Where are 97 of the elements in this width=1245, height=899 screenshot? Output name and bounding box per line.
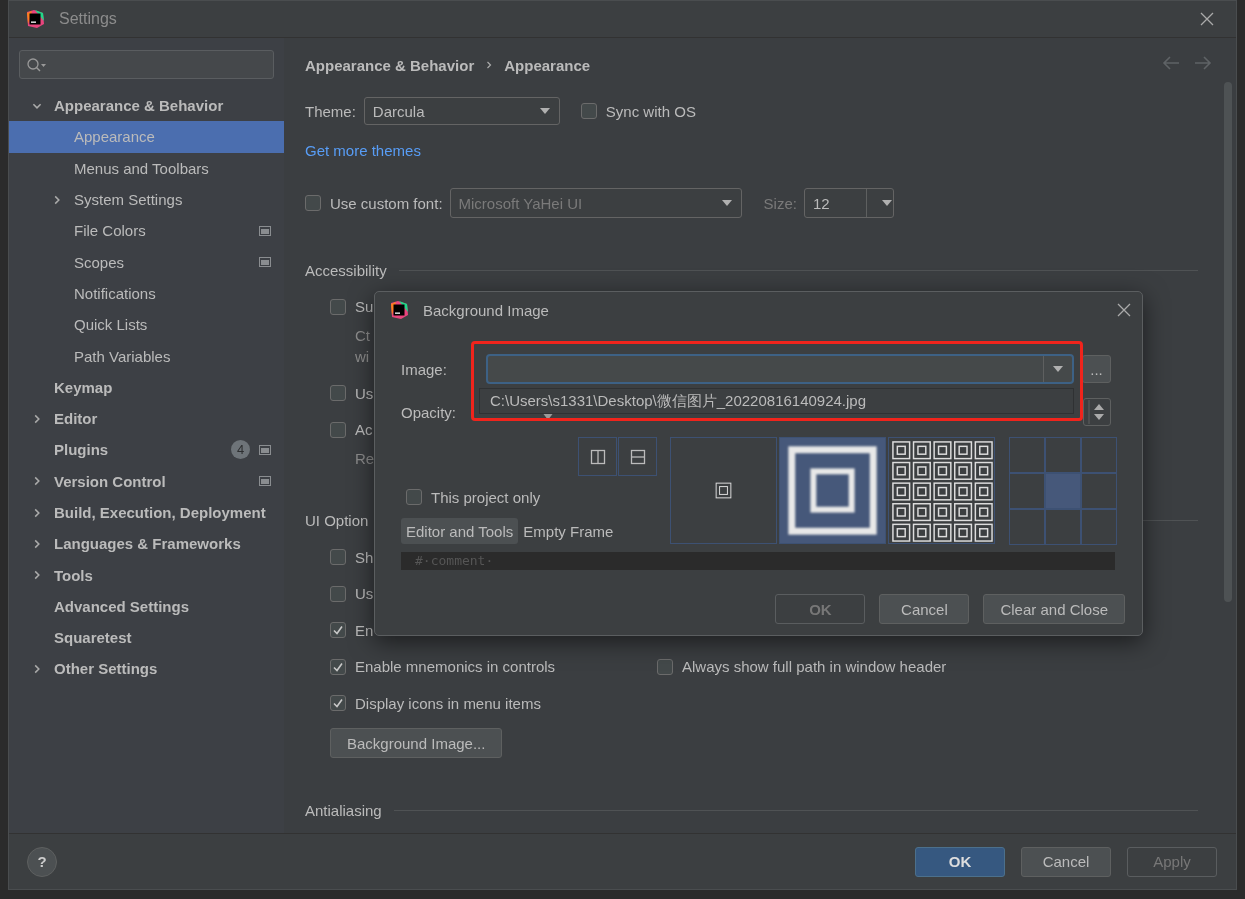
- browse-button[interactable]: ...: [1082, 355, 1111, 383]
- checkbox-label: Always show full path in window header: [682, 658, 947, 675]
- dialog-button[interactable]: Cancel: [1021, 846, 1111, 877]
- dialog-button[interactable]: Cancel: [879, 594, 970, 624]
- background-image-button[interactable]: Background Image...: [330, 728, 503, 758]
- dropdown-arrow-icon: [880, 199, 893, 207]
- image-path-field[interactable]: [486, 354, 1074, 384]
- checkbox[interactable]: [330, 549, 346, 565]
- dropdown-arrow-icon: [538, 107, 551, 115]
- field-label: Opacity:: [401, 403, 457, 421]
- option-description: wi: [355, 346, 370, 367]
- checkbox[interactable]: [330, 622, 346, 638]
- checkbox[interactable]: [330, 298, 346, 315]
- sidebar-item[interactable]: Advanced Settings: [9, 590, 284, 623]
- fill-mode-option[interactable]: [779, 437, 886, 544]
- target-tab[interactable]: Empty Frame: [518, 518, 619, 544]
- section-title: UI Option: [305, 512, 369, 529]
- sidebar-item[interactable]: Build, Execution, Deployment: [9, 496, 284, 529]
- split-columns-icon: [589, 448, 606, 465]
- anchor-cell[interactable]: [1009, 509, 1045, 545]
- checkbox-label: Us: [355, 384, 374, 402]
- checkbox[interactable]: [330, 385, 346, 401]
- sidebar-item[interactable]: Path Variables: [9, 340, 284, 372]
- checkbox-label: Sh: [355, 548, 374, 566]
- sidebar-item[interactable]: Squaretest: [9, 622, 284, 654]
- checkbox-label: Ac: [355, 421, 373, 438]
- sidebar-item[interactable]: System Settings: [9, 183, 284, 216]
- anchor-cell[interactable]: [1081, 509, 1117, 545]
- get-more-themes-link[interactable]: Get more themes: [305, 141, 421, 161]
- checkbox[interactable]: [330, 695, 346, 711]
- anchor-cell[interactable]: [1009, 437, 1045, 473]
- sidebar-item[interactable]: Tools: [9, 559, 284, 591]
- forward-arrow-icon[interactable]: [1194, 56, 1212, 70]
- checkbox-label: Use custom font:: [330, 194, 443, 212]
- checkbox-label: Enable mnemonics in controls: [355, 658, 556, 675]
- help-button[interactable]: ?: [27, 846, 57, 877]
- sidebar-item[interactable]: Other Settings: [9, 653, 284, 685]
- breadcrumb-item: Appearance: [504, 56, 591, 74]
- checkbox[interactable]: [580, 103, 597, 119]
- dropdown-arrow-icon: [1052, 365, 1064, 373]
- field-label: Size:: [763, 194, 797, 212]
- option-description: Ct: [355, 325, 370, 346]
- checkbox[interactable]: [330, 421, 346, 438]
- target-tab[interactable]: Editor and Tools: [401, 518, 519, 544]
- sidebar-item[interactable]: Version Control: [9, 465, 284, 497]
- checkbox[interactable]: [330, 658, 346, 675]
- breadcrumb-item: Appearance & Behavior: [305, 56, 475, 74]
- field-label: Theme:: [305, 102, 356, 120]
- field-label: Image:: [401, 360, 448, 378]
- split-rows-icon: [629, 448, 646, 465]
- dialog-title: Background Image: [423, 301, 549, 319]
- anchor-cell[interactable]: [1081, 473, 1117, 509]
- app-logo-icon: [25, 9, 45, 29]
- anchor-cell[interactable]: [1045, 473, 1081, 509]
- search-icon: [26, 56, 48, 73]
- checkbox-label: Us: [355, 585, 374, 602]
- sidebar-item[interactable]: Appearance & Behavior: [9, 90, 284, 122]
- split-horizontal-button[interactable]: [618, 437, 657, 476]
- search-field[interactable]: [19, 50, 274, 79]
- opacity-spinner[interactable]: [1083, 398, 1111, 426]
- back-arrow-icon[interactable]: [1162, 56, 1180, 70]
- anchor-cell[interactable]: [1045, 509, 1081, 545]
- checkbox-label: This project only: [431, 488, 541, 506]
- fill-mode-option[interactable]: [888, 437, 995, 544]
- sidebar-item[interactable]: File Colors: [9, 215, 284, 247]
- dropdown-arrow-icon: [720, 199, 733, 207]
- theme-dropdown[interactable]: Darcula: [363, 97, 560, 125]
- close-icon[interactable]: [1117, 303, 1131, 317]
- sidebar-item[interactable]: Languages & Frameworks: [9, 528, 284, 560]
- dialog-button[interactable]: OK: [915, 846, 1005, 877]
- checkbox-label: En: [355, 621, 374, 639]
- sidebar-item[interactable]: Menus and Toolbars: [9, 152, 284, 184]
- anchor-cell[interactable]: [1045, 437, 1081, 473]
- checkbox[interactable]: [330, 585, 346, 602]
- option-description: Re: [355, 448, 375, 469]
- anchor-cell[interactable]: [1009, 473, 1045, 509]
- checkbox-label: Sync with OS: [605, 102, 696, 120]
- sidebar-item[interactable]: Editor: [9, 402, 284, 435]
- app-logo-icon: [389, 300, 409, 320]
- dialog-button[interactable]: Clear and Close: [983, 594, 1125, 624]
- split-vertical-button[interactable]: [578, 437, 617, 476]
- sidebar-item[interactable]: Scopes: [9, 246, 284, 278]
- checkbox[interactable]: [657, 658, 673, 675]
- anchor-cell[interactable]: [1081, 437, 1117, 473]
- sidebar-item[interactable]: Keymap: [9, 371, 284, 403]
- path-suggestion-menu[interactable]: C:\Users\s1331\Desktop\微信图片_20220816140924.jpg: [479, 388, 1074, 414]
- sidebar-item[interactable]: Quick Lists: [9, 309, 284, 341]
- count-badge: 4: [231, 440, 250, 460]
- window-title: Settings: [59, 10, 117, 28]
- section-title: Antialiasing: [305, 801, 382, 819]
- close-icon[interactable]: [1200, 12, 1214, 26]
- sidebar-item[interactable]: Notifications: [9, 277, 284, 310]
- sidebar-item[interactable]: Plugins 4: [9, 434, 284, 466]
- section-title: Accessibility: [305, 261, 387, 279]
- checkbox-label: Display icons in menu items: [355, 694, 541, 712]
- checkbox[interactable]: [406, 489, 422, 505]
- checkbox-label: Su: [355, 298, 374, 315]
